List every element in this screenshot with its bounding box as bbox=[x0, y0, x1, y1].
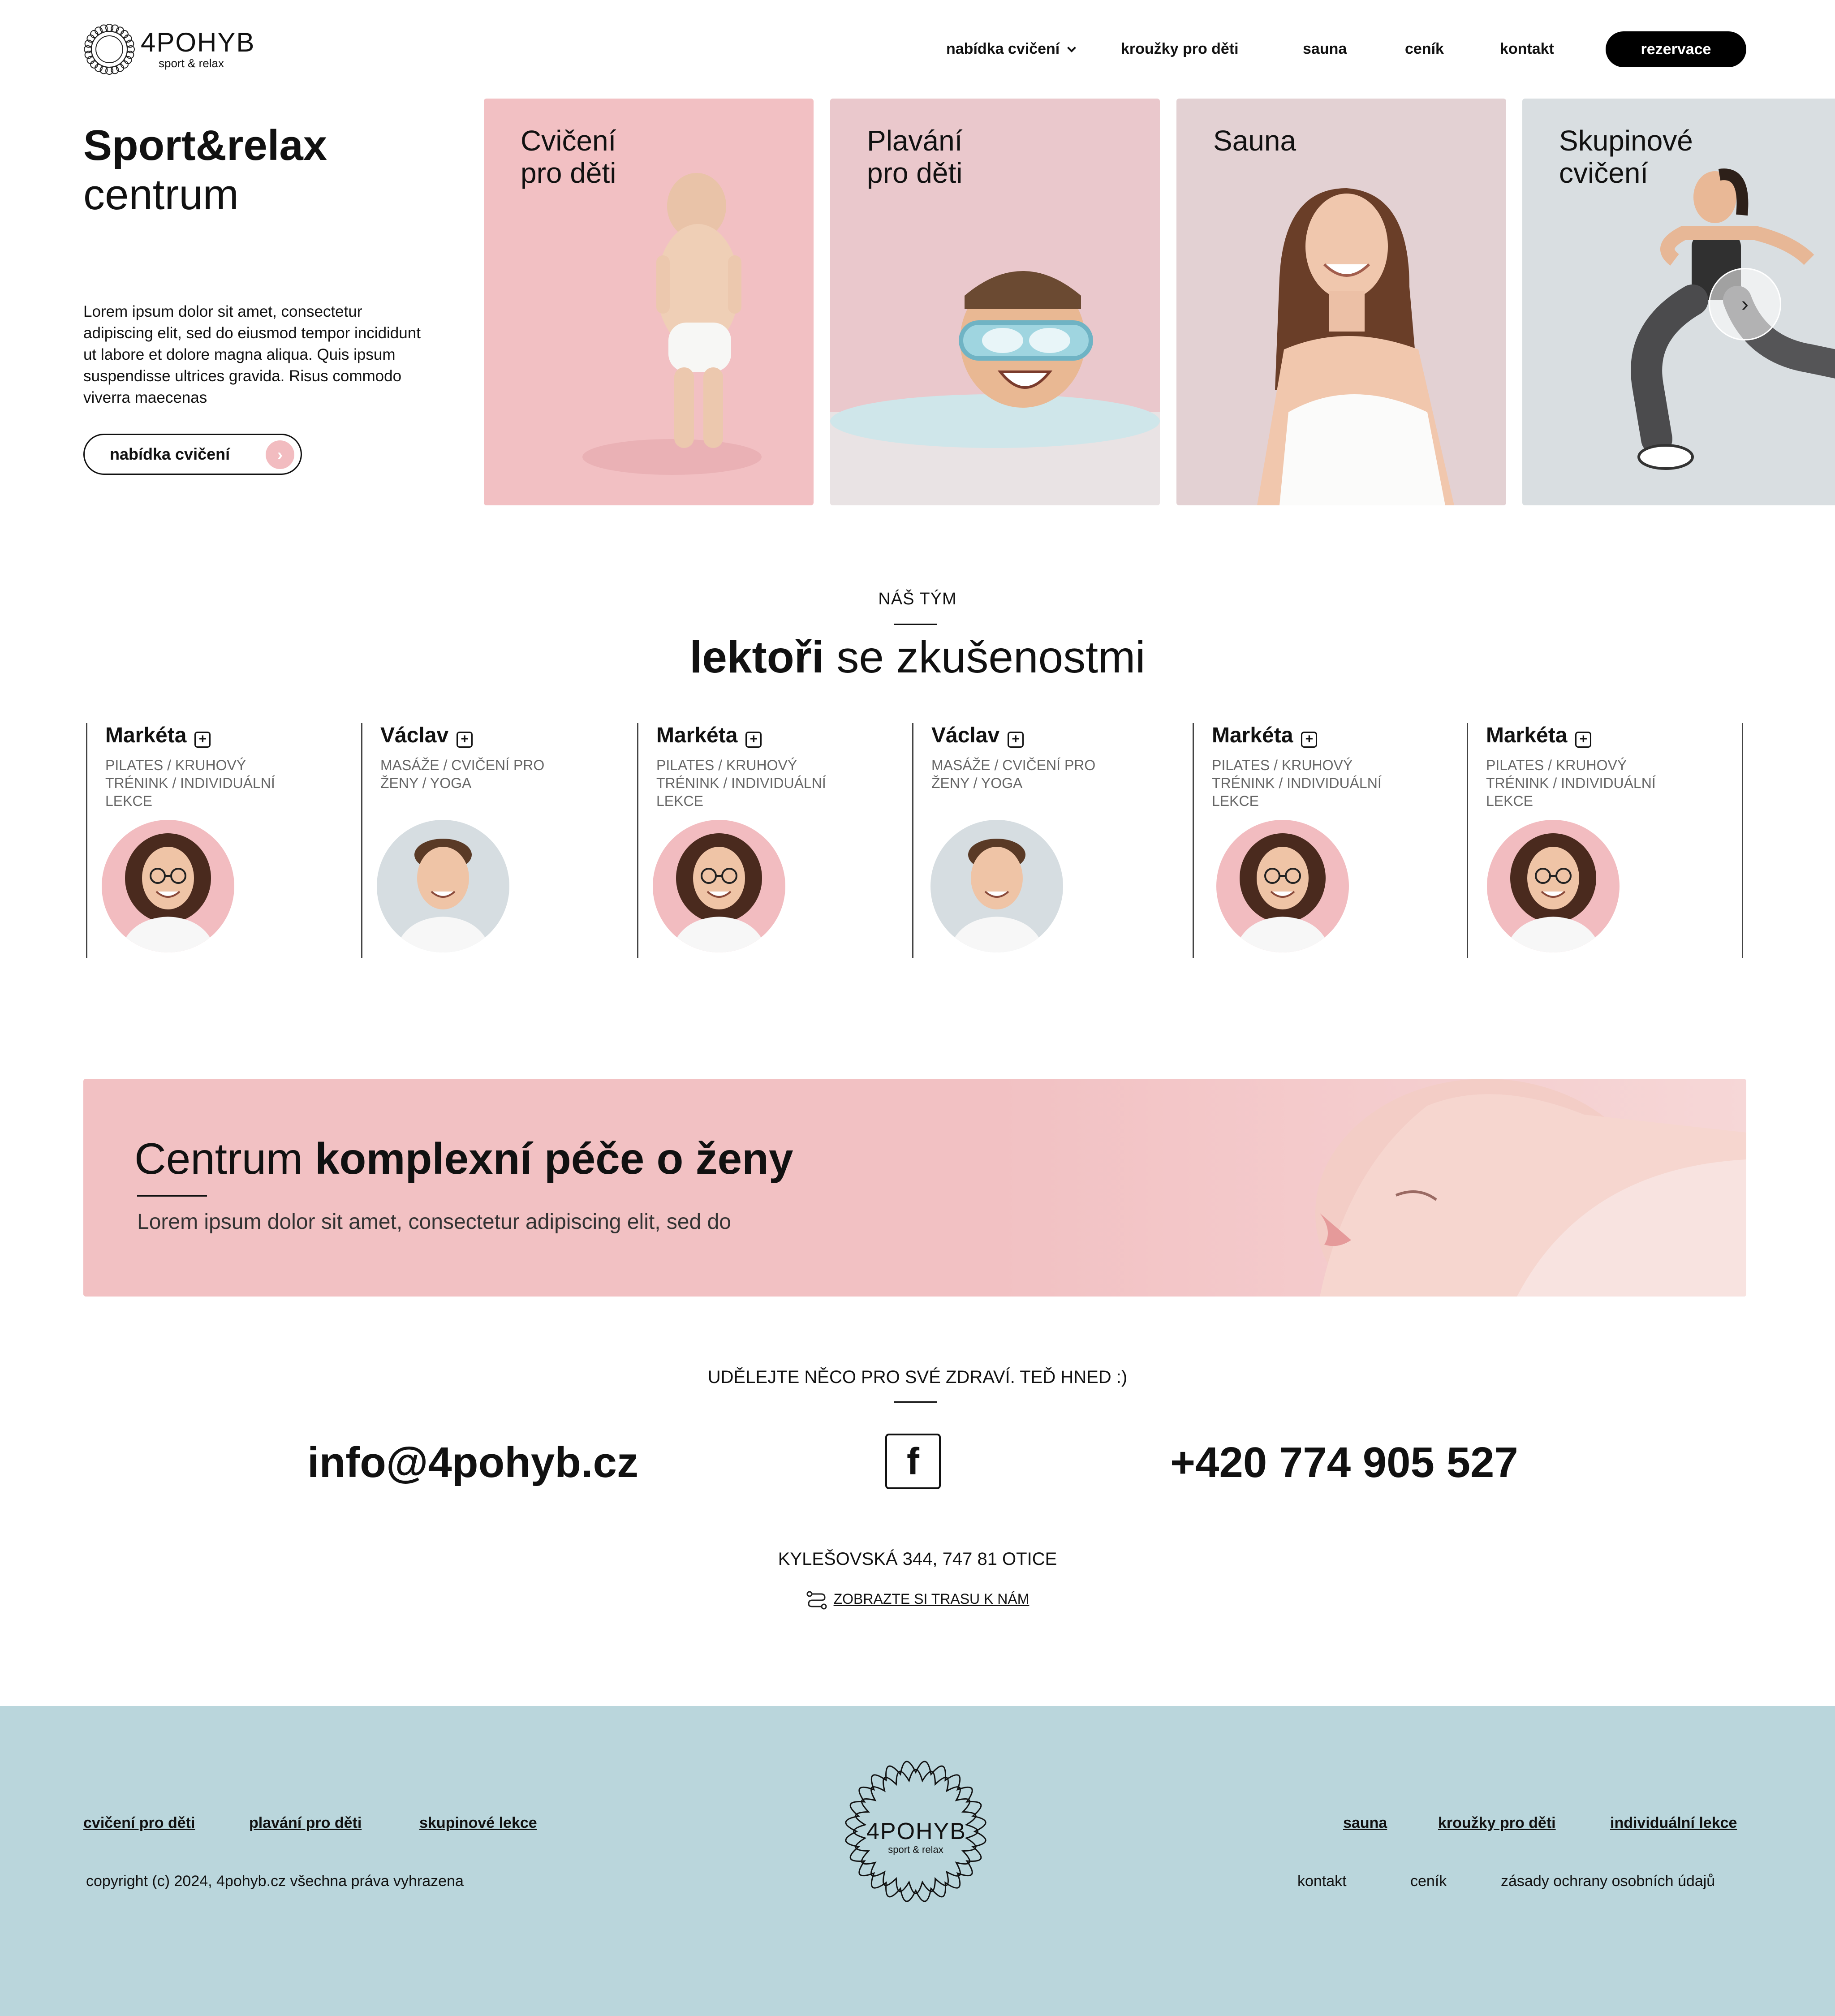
site-logo[interactable]: 4POHYB sport & relax bbox=[83, 23, 254, 75]
contact-email-link[interactable]: info@4pohyb.cz bbox=[307, 1438, 638, 1487]
lector-role: PILATES / KRUHOVÝ TRÉNINK / INDIVIDUÁLNÍ… bbox=[1212, 757, 1382, 809]
card-cviceni-pro-deti[interactable]: Cvičení pro děti bbox=[484, 99, 814, 505]
lector-divider-end bbox=[1742, 723, 1743, 958]
plus-icon[interactable]: + bbox=[1301, 732, 1318, 748]
hero-title-rest: centrum bbox=[83, 171, 239, 219]
hero-title-bold: Sport&relax bbox=[83, 121, 327, 169]
footer-link-gdpr[interactable]: zásady ochrany osobních údajů bbox=[1501, 1873, 1715, 1890]
promo-banner[interactable] bbox=[83, 1079, 1746, 1297]
lector-name: Markéta + bbox=[105, 723, 211, 748]
contact-cta: UDĚLEJTE NĚCO PRO SVÉ ZDRAVÍ. TEĎ HNED :… bbox=[707, 1367, 1128, 1387]
lector-name: Václav + bbox=[931, 723, 1024, 748]
logo-flower-icon bbox=[84, 24, 135, 75]
lector-role: PILATES / KRUHOVÝ TRÉNINK / INDIVIDUÁLNÍ… bbox=[656, 757, 826, 809]
slider-next-button[interactable]: › bbox=[1709, 268, 1781, 340]
contact-divider bbox=[894, 1401, 937, 1403]
nav-item-cenik[interactable]: ceník bbox=[1405, 40, 1444, 58]
card-title: Cvičení pro děti bbox=[521, 125, 616, 189]
lector-card[interactable]: Markéta + PILATES / KRUHOVÝ TRÉNINK / INDI… bbox=[86, 723, 275, 958]
card-title: Plavání pro děti bbox=[867, 125, 963, 189]
nav-item-krouzky[interactable]: kroužky pro děti bbox=[1121, 40, 1239, 58]
lector-role: MASÁŽE / CVIČENÍ PRO ŽENY / YOGA bbox=[380, 757, 545, 791]
footer-link-individualni-lekce[interactable]: individuální lekce bbox=[1610, 1814, 1737, 1832]
chevron-down-icon bbox=[1067, 43, 1077, 52]
banner-title: Centrum komplexní péče o ženy bbox=[134, 1133, 793, 1184]
footer-link-krouzky[interactable]: kroužky pro děti bbox=[1438, 1814, 1556, 1832]
lector-name: Václav + bbox=[380, 723, 473, 748]
plus-icon[interactable]: + bbox=[1008, 732, 1024, 748]
footer-logo-tagline: sport & relax bbox=[888, 1844, 943, 1855]
nav-item-sauna[interactable]: sauna bbox=[1303, 40, 1347, 58]
card-title: Skupinové cvičení bbox=[1559, 125, 1693, 189]
card-title: Sauna bbox=[1213, 125, 1297, 157]
plus-icon[interactable]: + bbox=[194, 732, 211, 748]
footer-logo[interactable]: 4POHYB sport & relax bbox=[831, 1746, 1001, 1917]
chevron-right-icon: › bbox=[1741, 292, 1749, 316]
card-sauna[interactable]: Sauna bbox=[1176, 99, 1506, 505]
lector-card[interactable]: Markéta + PILATES / KRUHOVÝ TRÉNINK / INDI… bbox=[1193, 723, 1382, 958]
banner-title-bold: komplexní péče o ženy bbox=[315, 1134, 793, 1183]
card-skupinove-cviceni[interactable]: Skupinové cvičení bbox=[1522, 99, 1835, 505]
route-icon bbox=[806, 1591, 827, 1610]
banner-text: Lorem ipsum dolor sit amet, consectetur … bbox=[137, 1210, 731, 1234]
nav-item-kontakt[interactable]: kontakt bbox=[1500, 40, 1554, 58]
hero-title: Sport&relax centrum bbox=[83, 121, 327, 220]
lector-name: Markéta + bbox=[656, 723, 762, 748]
lector-card[interactable]: Václav + MASÁŽE / CVIČENÍ PRO ŽENY / YOGA bbox=[361, 723, 549, 958]
lector-name: Markéta + bbox=[1212, 723, 1318, 748]
route-link[interactable]: ZOBRAZTE SI TRASU K NÁM bbox=[0, 1590, 1835, 1610]
footer-link-plavani-pro-deti[interactable]: plavání pro děti bbox=[249, 1814, 362, 1832]
team-title-bold: lektoři bbox=[689, 632, 824, 682]
team-eyebrow: NÁŠ TÝM bbox=[878, 590, 957, 608]
plus-icon[interactable]: + bbox=[1575, 732, 1592, 748]
contact-address: KYLEŠOVSKÁ 344, 747 81 OTICE bbox=[778, 1549, 1057, 1569]
logo-brand: 4POHYB bbox=[141, 27, 255, 57]
lector-name: Markéta + bbox=[1486, 723, 1592, 748]
contact-phone-link[interactable]: +420 774 905 527 bbox=[1170, 1438, 1518, 1487]
banner-title-light: Centrum bbox=[134, 1134, 303, 1183]
nav-label: nabídka cvičení bbox=[946, 40, 1060, 57]
lector-role: PILATES / KRUHOVÝ TRÉNINK / INDIVIDUÁLNÍ… bbox=[1486, 757, 1656, 809]
lector-role: PILATES / KRUHOVÝ TRÉNINK / INDIVIDUÁLNÍ… bbox=[105, 757, 275, 809]
hero-offer-button[interactable]: nabídka cvičení › bbox=[83, 434, 302, 475]
facebook-icon[interactable]: f bbox=[885, 1434, 941, 1489]
arrow-right-icon: › bbox=[266, 440, 294, 469]
team-divider bbox=[894, 624, 937, 625]
lector-avatar bbox=[377, 820, 509, 952]
footer-link-sauna[interactable]: sauna bbox=[1343, 1814, 1387, 1832]
hero-text: Lorem ipsum dolor sit amet, consectetur … bbox=[83, 303, 421, 406]
nav-item-nabidka-cviceni[interactable]: nabídka cvičení bbox=[946, 40, 1077, 58]
card-plavani-pro-deti[interactable]: Plavání pro děti bbox=[830, 99, 1160, 505]
footer-link-skupinove-lekce[interactable]: skupinové lekce bbox=[419, 1814, 537, 1832]
footer-link-kontakt[interactable]: kontakt bbox=[1297, 1873, 1347, 1890]
lector-avatar bbox=[1216, 820, 1349, 952]
lector-avatar bbox=[1487, 820, 1620, 952]
team-title-rest: se zkušenostmi bbox=[836, 632, 1146, 682]
lector-avatar bbox=[653, 820, 785, 952]
lector-avatar bbox=[930, 820, 1063, 952]
lector-role: MASÁŽE / CVIČENÍ PRO ŽENY / YOGA bbox=[931, 757, 1096, 791]
lector-card[interactable]: Václav + MASÁŽE / CVIČENÍ PRO ŽENY / YOGA bbox=[912, 723, 1100, 958]
logo-tagline: sport & relax bbox=[159, 56, 224, 70]
route-label: ZOBRAZTE SI TRASU K NÁM bbox=[833, 1591, 1029, 1607]
sauna-woman-image bbox=[1176, 99, 1506, 505]
plus-icon[interactable]: + bbox=[457, 732, 473, 748]
footer-logo-brand: 4POHYB bbox=[866, 1818, 966, 1844]
lector-card[interactable]: Markéta + PILATES / KRUHOVÝ TRÉNINK / INDI… bbox=[637, 723, 826, 958]
relaxed-woman-face-image bbox=[83, 1079, 1746, 1297]
footer-link-cviceni-pro-deti[interactable]: cvičení pro děti bbox=[83, 1814, 195, 1832]
banner-divider bbox=[137, 1195, 207, 1197]
hero-button-label: nabídka cvičení bbox=[110, 445, 230, 463]
footer-link-cenik[interactable]: ceník bbox=[1410, 1873, 1447, 1890]
reservation-button[interactable]: rezervace bbox=[1606, 31, 1746, 67]
footer-copyright: copyright (c) 2024, 4pohyb.cz všechna pr… bbox=[86, 1873, 464, 1890]
lector-avatar bbox=[102, 820, 234, 952]
team-title: lektoři se zkušenostmi bbox=[0, 632, 1835, 683]
plus-icon[interactable]: + bbox=[745, 732, 762, 748]
lector-card[interactable]: Markéta + PILATES / KRUHOVÝ TRÉNINK / INDI… bbox=[1467, 723, 1656, 958]
